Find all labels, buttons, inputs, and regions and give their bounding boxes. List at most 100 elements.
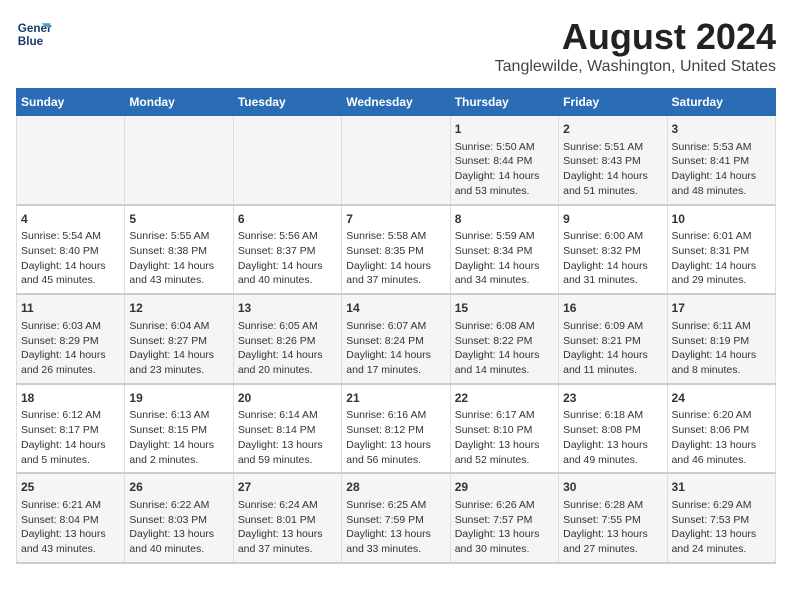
day-info-line: Sunrise: 6:16 AM (346, 408, 445, 423)
header-cell-wednesday: Wednesday (342, 89, 450, 116)
day-info-line: Sunrise: 6:24 AM (238, 498, 337, 513)
calendar-cell: 1Sunrise: 5:50 AMSunset: 8:44 PMDaylight… (450, 116, 558, 205)
day-info-line: Daylight: 14 hours (238, 348, 337, 363)
calendar-cell: 21Sunrise: 6:16 AMSunset: 8:12 PMDayligh… (342, 384, 450, 474)
day-info-line: and 48 minutes. (672, 184, 771, 199)
day-info-line: Sunset: 8:24 PM (346, 334, 445, 349)
day-info-line: and 31 minutes. (563, 273, 662, 288)
calendar-cell (125, 116, 233, 205)
day-info-line: Daylight: 14 hours (672, 348, 771, 363)
day-number: 1 (455, 121, 554, 138)
day-info-line: and 51 minutes. (563, 184, 662, 199)
day-info-line: Daylight: 13 hours (563, 527, 662, 542)
day-info-line: Sunset: 8:15 PM (129, 423, 228, 438)
day-info-line: Sunset: 8:29 PM (21, 334, 120, 349)
day-info-line: Sunrise: 6:22 AM (129, 498, 228, 513)
day-info-line: Daylight: 13 hours (346, 438, 445, 453)
calendar-cell: 31Sunrise: 6:29 AMSunset: 7:53 PMDayligh… (667, 473, 775, 563)
day-info-line: Sunrise: 5:58 AM (346, 229, 445, 244)
day-info-line: Sunrise: 6:12 AM (21, 408, 120, 423)
day-info-line: and 8 minutes. (672, 363, 771, 378)
page-subtitle: Tanglewilde, Washington, United States (495, 58, 776, 76)
calendar-cell (17, 116, 125, 205)
day-number: 23 (563, 390, 662, 407)
day-info-line: Sunset: 8:41 PM (672, 154, 771, 169)
day-info-line: and 26 minutes. (21, 363, 120, 378)
day-number: 2 (563, 121, 662, 138)
day-info-line: Sunset: 8:08 PM (563, 423, 662, 438)
day-info-line: Sunrise: 5:59 AM (455, 229, 554, 244)
day-info-line: and 33 minutes. (346, 542, 445, 557)
day-info-line: Sunset: 8:34 PM (455, 244, 554, 259)
day-info-line: Sunset: 8:32 PM (563, 244, 662, 259)
day-info-line: Sunset: 8:31 PM (672, 244, 771, 259)
day-info-line: Sunset: 8:27 PM (129, 334, 228, 349)
calendar-cell: 26Sunrise: 6:22 AMSunset: 8:03 PMDayligh… (125, 473, 233, 563)
calendar-cell: 28Sunrise: 6:25 AMSunset: 7:59 PMDayligh… (342, 473, 450, 563)
day-info-line: and 37 minutes. (238, 542, 337, 557)
day-info-line: and 40 minutes. (129, 542, 228, 557)
day-info-line: Daylight: 14 hours (563, 169, 662, 184)
calendar-cell: 2Sunrise: 5:51 AMSunset: 8:43 PMDaylight… (559, 116, 667, 205)
calendar-body: 1Sunrise: 5:50 AMSunset: 8:44 PMDaylight… (17, 116, 776, 563)
calendar-cell: 27Sunrise: 6:24 AMSunset: 8:01 PMDayligh… (233, 473, 341, 563)
calendar-cell: 11Sunrise: 6:03 AMSunset: 8:29 PMDayligh… (17, 294, 125, 384)
day-number: 11 (21, 300, 120, 317)
day-info-line: Sunset: 8:38 PM (129, 244, 228, 259)
day-info-line: Sunrise: 6:07 AM (346, 319, 445, 334)
day-number: 24 (672, 390, 771, 407)
day-number: 3 (672, 121, 771, 138)
header-cell-tuesday: Tuesday (233, 89, 341, 116)
day-info-line: Sunrise: 5:55 AM (129, 229, 228, 244)
calendar-cell: 17Sunrise: 6:11 AMSunset: 8:19 PMDayligh… (667, 294, 775, 384)
logo: General Blue (16, 16, 52, 52)
header-cell-friday: Friday (559, 89, 667, 116)
day-info-line: and 43 minutes. (129, 273, 228, 288)
calendar-cell: 3Sunrise: 5:53 AMSunset: 8:41 PMDaylight… (667, 116, 775, 205)
day-info-line: Sunset: 8:37 PM (238, 244, 337, 259)
day-info-line: Daylight: 14 hours (346, 259, 445, 274)
day-info-line: Sunset: 8:35 PM (346, 244, 445, 259)
day-number: 7 (346, 211, 445, 228)
day-info-line: Daylight: 14 hours (21, 438, 120, 453)
header-cell-monday: Monday (125, 89, 233, 116)
day-info-line: Sunset: 8:17 PM (21, 423, 120, 438)
day-info-line: Sunset: 8:22 PM (455, 334, 554, 349)
day-info-line: Sunset: 8:12 PM (346, 423, 445, 438)
day-info-line: and 27 minutes. (563, 542, 662, 557)
day-number: 12 (129, 300, 228, 317)
day-info-line: and 24 minutes. (672, 542, 771, 557)
day-number: 15 (455, 300, 554, 317)
calendar-cell: 22Sunrise: 6:17 AMSunset: 8:10 PMDayligh… (450, 384, 558, 474)
day-info-line: and 20 minutes. (238, 363, 337, 378)
day-info-line: Daylight: 13 hours (21, 527, 120, 542)
page-title: August 2024 (495, 16, 776, 58)
day-number: 29 (455, 479, 554, 496)
day-info-line: and 11 minutes. (563, 363, 662, 378)
day-info-line: and 37 minutes. (346, 273, 445, 288)
calendar-cell (342, 116, 450, 205)
day-info-line: Sunrise: 6:04 AM (129, 319, 228, 334)
day-info-line: Daylight: 13 hours (672, 527, 771, 542)
calendar-cell: 4Sunrise: 5:54 AMSunset: 8:40 PMDaylight… (17, 205, 125, 295)
day-number: 30 (563, 479, 662, 496)
day-info-line: Daylight: 14 hours (129, 259, 228, 274)
calendar-cell: 10Sunrise: 6:01 AMSunset: 8:31 PMDayligh… (667, 205, 775, 295)
calendar-cell: 30Sunrise: 6:28 AMSunset: 7:55 PMDayligh… (559, 473, 667, 563)
calendar-cell: 5Sunrise: 5:55 AMSunset: 8:38 PMDaylight… (125, 205, 233, 295)
day-info-line: Daylight: 14 hours (346, 348, 445, 363)
day-number: 9 (563, 211, 662, 228)
day-info-line: Sunset: 8:43 PM (563, 154, 662, 169)
day-info-line: Daylight: 13 hours (346, 527, 445, 542)
day-number: 31 (672, 479, 771, 496)
day-info-line: and 49 minutes. (563, 453, 662, 468)
header-cell-thursday: Thursday (450, 89, 558, 116)
calendar-cell: 29Sunrise: 6:26 AMSunset: 7:57 PMDayligh… (450, 473, 558, 563)
day-info-line: and 40 minutes. (238, 273, 337, 288)
day-info-line: Sunrise: 5:53 AM (672, 140, 771, 155)
day-number: 14 (346, 300, 445, 317)
calendar-cell: 25Sunrise: 6:21 AMSunset: 8:04 PMDayligh… (17, 473, 125, 563)
day-info-line: and 45 minutes. (21, 273, 120, 288)
day-info-line: Sunset: 8:06 PM (672, 423, 771, 438)
day-info-line: Sunset: 8:21 PM (563, 334, 662, 349)
